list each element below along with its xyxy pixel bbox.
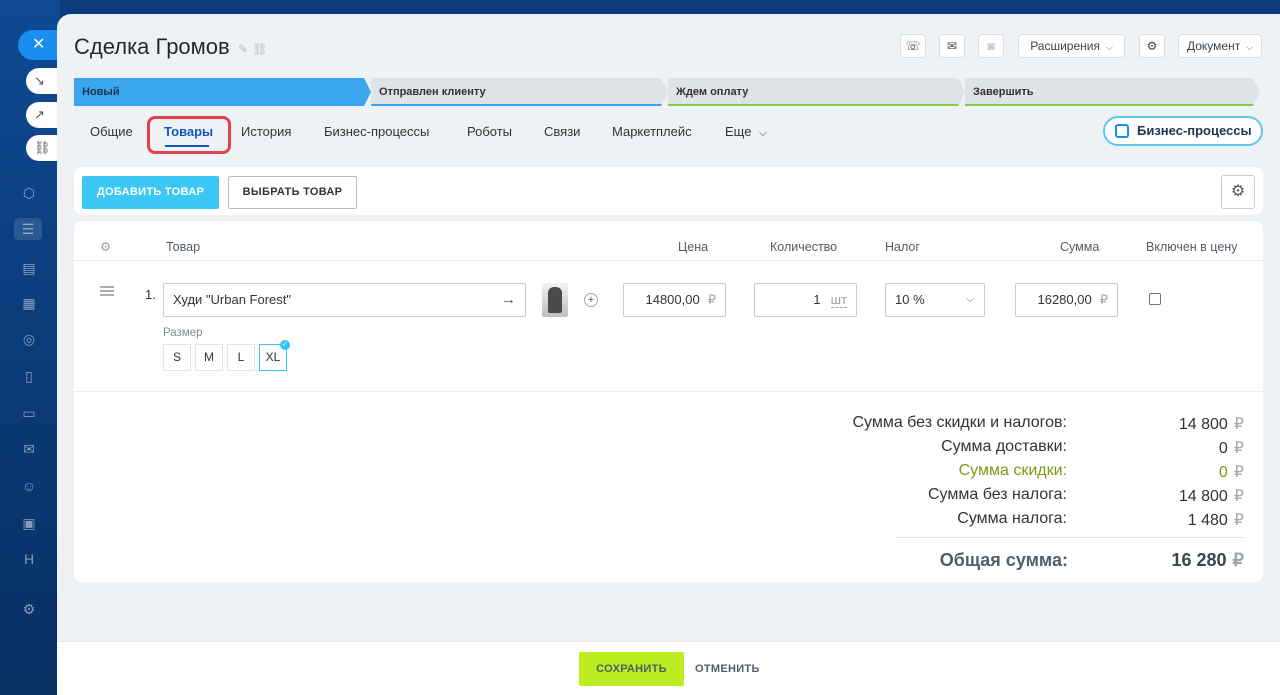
total-label-delivery: Сумма доставки: xyxy=(941,438,1067,455)
close-slider-button[interactable]: ✕ xyxy=(18,30,58,60)
column-header-sum: Сумма xyxy=(1060,240,1100,254)
select-product-button[interactable]: ВЫБРАТЬ ТОВАР xyxy=(228,176,357,209)
app-sidebar: ✕ ↘ ↗ ⛓ ⬡ ☰ ▤ ▦ ◎ ▯ ▭ ✉ ☺ ▣ H ⚙ xyxy=(0,0,60,695)
included-in-price-checkbox[interactable] xyxy=(1149,293,1161,305)
unit-selector[interactable]: шт xyxy=(830,293,847,308)
tab-business-processes[interactable]: Бизнес-процессы xyxy=(324,124,429,139)
total-value-no-discount: 14 800 ₽ xyxy=(1178,416,1244,433)
column-settings-gear-icon[interactable]: ⚙ xyxy=(100,239,111,254)
mail-icon[interactable]: ✉ xyxy=(939,34,965,58)
size-option-m[interactable]: M xyxy=(195,344,223,371)
total-label-without-tax: Сумма без налога: xyxy=(927,486,1067,503)
save-button[interactable]: СОХРАНИТЬ xyxy=(579,652,684,686)
settings-icon[interactable]: ⚙ xyxy=(18,598,40,620)
minimize-icon[interactable]: ↘ xyxy=(26,68,58,94)
product-image[interactable] xyxy=(542,283,568,317)
chat-icon[interactable]: ◙ xyxy=(978,34,1004,58)
size-option-s[interactable]: S xyxy=(163,344,191,371)
grand-total-label: Общая сумма: xyxy=(939,550,1068,570)
robot-icon[interactable]: ◎ xyxy=(18,328,40,350)
h-icon[interactable]: H xyxy=(18,548,40,570)
tab-highlight-annotation xyxy=(147,116,231,154)
totals-divider xyxy=(896,537,1244,538)
grand-total-value: 16 280 ₽ xyxy=(1171,550,1244,570)
link-icon[interactable]: ⛓ xyxy=(252,42,271,56)
cancel-button[interactable]: ОТМЕНИТЬ xyxy=(695,652,760,686)
document-button[interactable]: Документ ⌵ xyxy=(1178,34,1262,58)
crm-icon[interactable]: ☰ xyxy=(14,218,42,240)
stage-sent-to-client[interactable]: Отправлен клиенту xyxy=(371,78,668,106)
chevron-down-icon: ⌵ xyxy=(1105,42,1113,52)
products-table: ⚙ Товар Цена Количество Налог Сумма Вклю… xyxy=(74,221,1263,582)
table-settings-gear-icon[interactable]: ⚙ xyxy=(1221,175,1255,209)
column-header-product: Товар xyxy=(166,240,201,254)
header-divider xyxy=(74,260,1263,261)
add-image-plus-icon[interactable]: + xyxy=(584,293,598,307)
sites-icon[interactable]: ⬡ xyxy=(18,182,40,204)
products-toolbar: ДОБАВИТЬ ТОВАР ВЫБРАТЬ ТОВАР ⚙ xyxy=(74,167,1263,215)
footer-bar: СОХРАНИТЬ ОТМЕНИТЬ xyxy=(57,641,1280,695)
tab-marketplace[interactable]: Маркетплейс xyxy=(612,124,692,139)
add-product-button[interactable]: ДОБАВИТЬ ТОВАР xyxy=(82,176,219,209)
size-label: Размер xyxy=(163,327,203,339)
sum-field[interactable]: 16280,00 ₽ xyxy=(1015,283,1118,317)
price-field[interactable]: 14800,00 ₽ xyxy=(623,283,726,317)
deal-panel: Сделка Громов ✎⛓ ☏ ✉ ◙ Расширения ⌵ ⚙ Док… xyxy=(57,14,1280,695)
tab-links[interactable]: Связи xyxy=(544,124,580,139)
stage-finish[interactable]: Завершить xyxy=(965,78,1260,106)
chevron-down-icon: ⌵ xyxy=(1246,42,1254,52)
tab-more[interactable]: Еще ⌵ xyxy=(725,124,767,139)
column-header-price: Цена xyxy=(678,240,709,254)
tab-general[interactable]: Общие xyxy=(90,124,133,139)
column-header-tax: Налог xyxy=(885,240,920,254)
stage-progress-bar: Новый Отправлен клиенту Ждем оплату Заве… xyxy=(74,78,1260,106)
monitor-icon[interactable]: ▣ xyxy=(18,512,40,534)
drag-handle-icon[interactable] xyxy=(100,286,114,296)
extensions-button[interactable]: Расширения ⌵ xyxy=(1018,34,1125,58)
stage-new[interactable]: Новый xyxy=(74,78,371,106)
business-process-icon xyxy=(1115,124,1129,138)
edit-pencil-icon[interactable]: ✎ xyxy=(238,42,252,56)
chevron-down-icon: ⌵ xyxy=(966,294,974,305)
total-value-without-tax: 14 800 ₽ xyxy=(1178,488,1244,505)
gear-icon[interactable]: ⚙ xyxy=(1139,34,1165,58)
row-number: 1. xyxy=(145,287,156,302)
mail-icon[interactable]: ✉ xyxy=(18,438,40,460)
page-title: Сделка Громов xyxy=(74,34,230,59)
tax-select[interactable]: 10 % ⌵ xyxy=(885,283,985,317)
size-option-l[interactable]: L xyxy=(227,344,255,371)
tab-history[interactable]: История xyxy=(241,124,291,139)
phone-icon[interactable]: ☏ xyxy=(900,34,926,58)
quantity-field[interactable]: 1 шт xyxy=(754,283,857,317)
total-value-tax: 1 480 ₽ xyxy=(1187,512,1244,529)
product-name-field[interactable]: Худи "Urban Forest" → xyxy=(163,283,526,317)
total-label-discount: Сумма скидки: xyxy=(958,462,1067,479)
open-in-new-window-icon[interactable]: ↗ xyxy=(26,102,58,128)
business-processes-button[interactable]: Бизнес-процессы xyxy=(1103,116,1263,146)
row-divider xyxy=(74,391,1263,392)
tasks-icon[interactable]: ▤ xyxy=(18,257,40,279)
total-value-delivery: 0 ₽ xyxy=(1218,440,1244,457)
tab-robots[interactable]: Роботы xyxy=(467,124,512,139)
column-header-quantity: Количество xyxy=(770,240,838,254)
total-label-tax: Сумма налога: xyxy=(957,510,1067,527)
calendar-icon[interactable]: ▦ xyxy=(18,292,40,314)
column-header-included-in-price: Включен в цену xyxy=(1146,240,1238,254)
arrow-right-icon[interactable]: → xyxy=(501,284,516,316)
stage-awaiting-payment[interactable]: Ждем оплату xyxy=(668,78,965,106)
selected-check-icon: ✓ xyxy=(280,340,290,350)
copy-link-icon[interactable]: ⛓ xyxy=(26,135,58,161)
total-label-no-discount: Сумма без скидки и налогов: xyxy=(852,414,1067,431)
contacts-icon[interactable]: ☺ xyxy=(18,475,40,497)
chevron-down-icon: ⌵ xyxy=(759,128,767,139)
document-icon[interactable]: ▯ xyxy=(18,365,40,387)
total-value-discount: 0 ₽ xyxy=(1218,464,1244,481)
store-icon[interactable]: ▭ xyxy=(18,402,40,424)
